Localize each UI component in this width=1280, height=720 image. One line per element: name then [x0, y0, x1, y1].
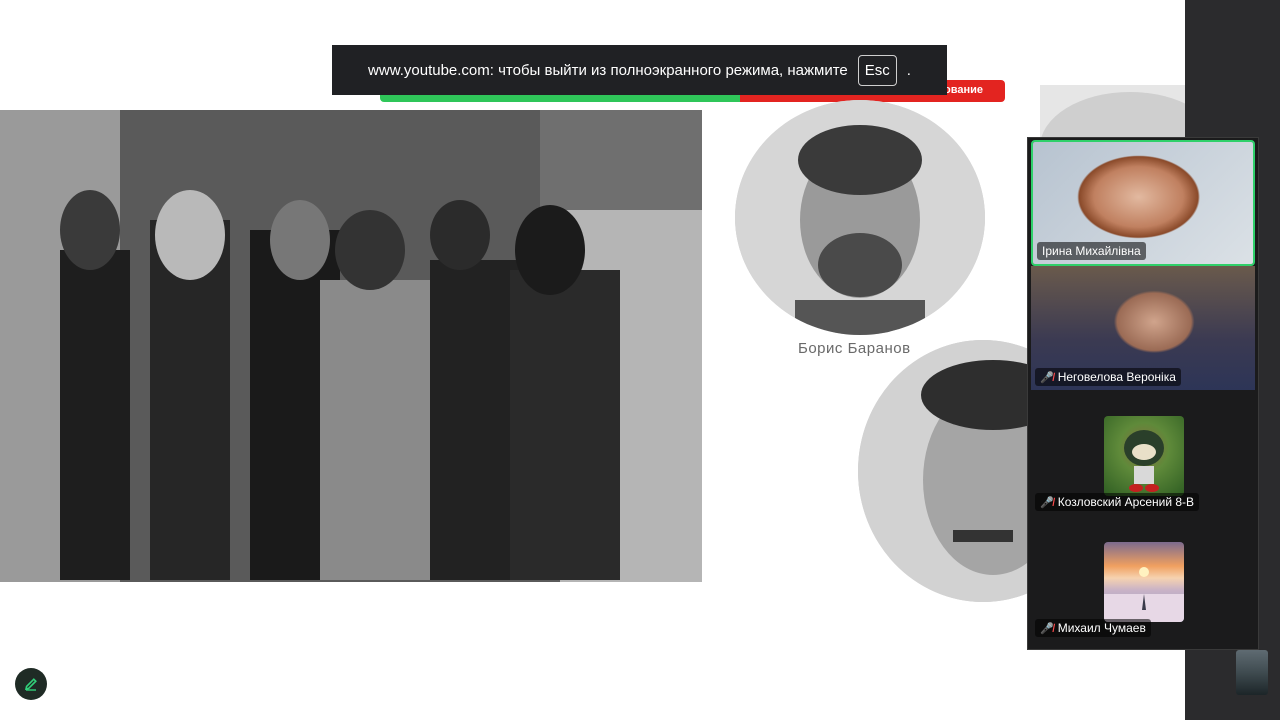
historical-photo	[0, 110, 702, 582]
participants-panel: Ірина Михайлівна 🎤̸ Неговелова Вероніка …	[1027, 137, 1259, 650]
strip-text: ование	[944, 84, 983, 96]
portrait-photo	[735, 100, 985, 335]
pencil-icon[interactable]	[15, 668, 47, 700]
participant-tile[interactable]: 🎤̸ Михаил Чумаев	[1031, 517, 1255, 641]
mic-off-icon: 🎤̸	[1040, 496, 1054, 509]
participant-tile[interactable]: Ірина Михайлівна	[1031, 140, 1255, 266]
participant-name: Неговелова Вероніка	[1057, 370, 1176, 384]
participant-tile[interactable]: 🎤̸ Козловский Арсений 8-В	[1031, 391, 1255, 515]
avatar	[1104, 416, 1184, 496]
participant-name-tag: 🎤̸ Козловский Арсений 8-В	[1035, 493, 1200, 511]
portrait-caption: Борис Баранов	[798, 340, 911, 357]
participant-name: Михаил Чумаев	[1057, 621, 1146, 635]
presentation-slide: ование Борис Баранов	[0, 0, 1254, 720]
notice-end: .	[906, 61, 911, 79]
mic-off-icon: 🎤̸	[1040, 622, 1054, 635]
participant-name: Козловский Арсений 8-В	[1057, 495, 1195, 509]
self-view-thumbnail[interactable]	[1236, 650, 1268, 695]
participant-name-tag: Ірина Михайлівна	[1037, 242, 1146, 260]
mic-off-icon: 🎤̸	[1040, 371, 1054, 384]
avatar	[1104, 542, 1184, 622]
notice-text: www.youtube.com: чтобы выйти из полноэкр…	[368, 61, 848, 79]
fullscreen-notice: www.youtube.com: чтобы выйти из полноэкр…	[332, 45, 947, 95]
participant-name-tag: 🎤̸ Неговелова Вероніка	[1035, 368, 1181, 386]
participant-name: Ірина Михайлівна	[1042, 244, 1141, 258]
participant-tile[interactable]: 🎤̸ Неговелова Вероніка	[1031, 266, 1255, 390]
participant-name-tag: 🎤̸ Михаил Чумаев	[1035, 619, 1151, 637]
esc-key[interactable]: Esc	[857, 54, 897, 86]
